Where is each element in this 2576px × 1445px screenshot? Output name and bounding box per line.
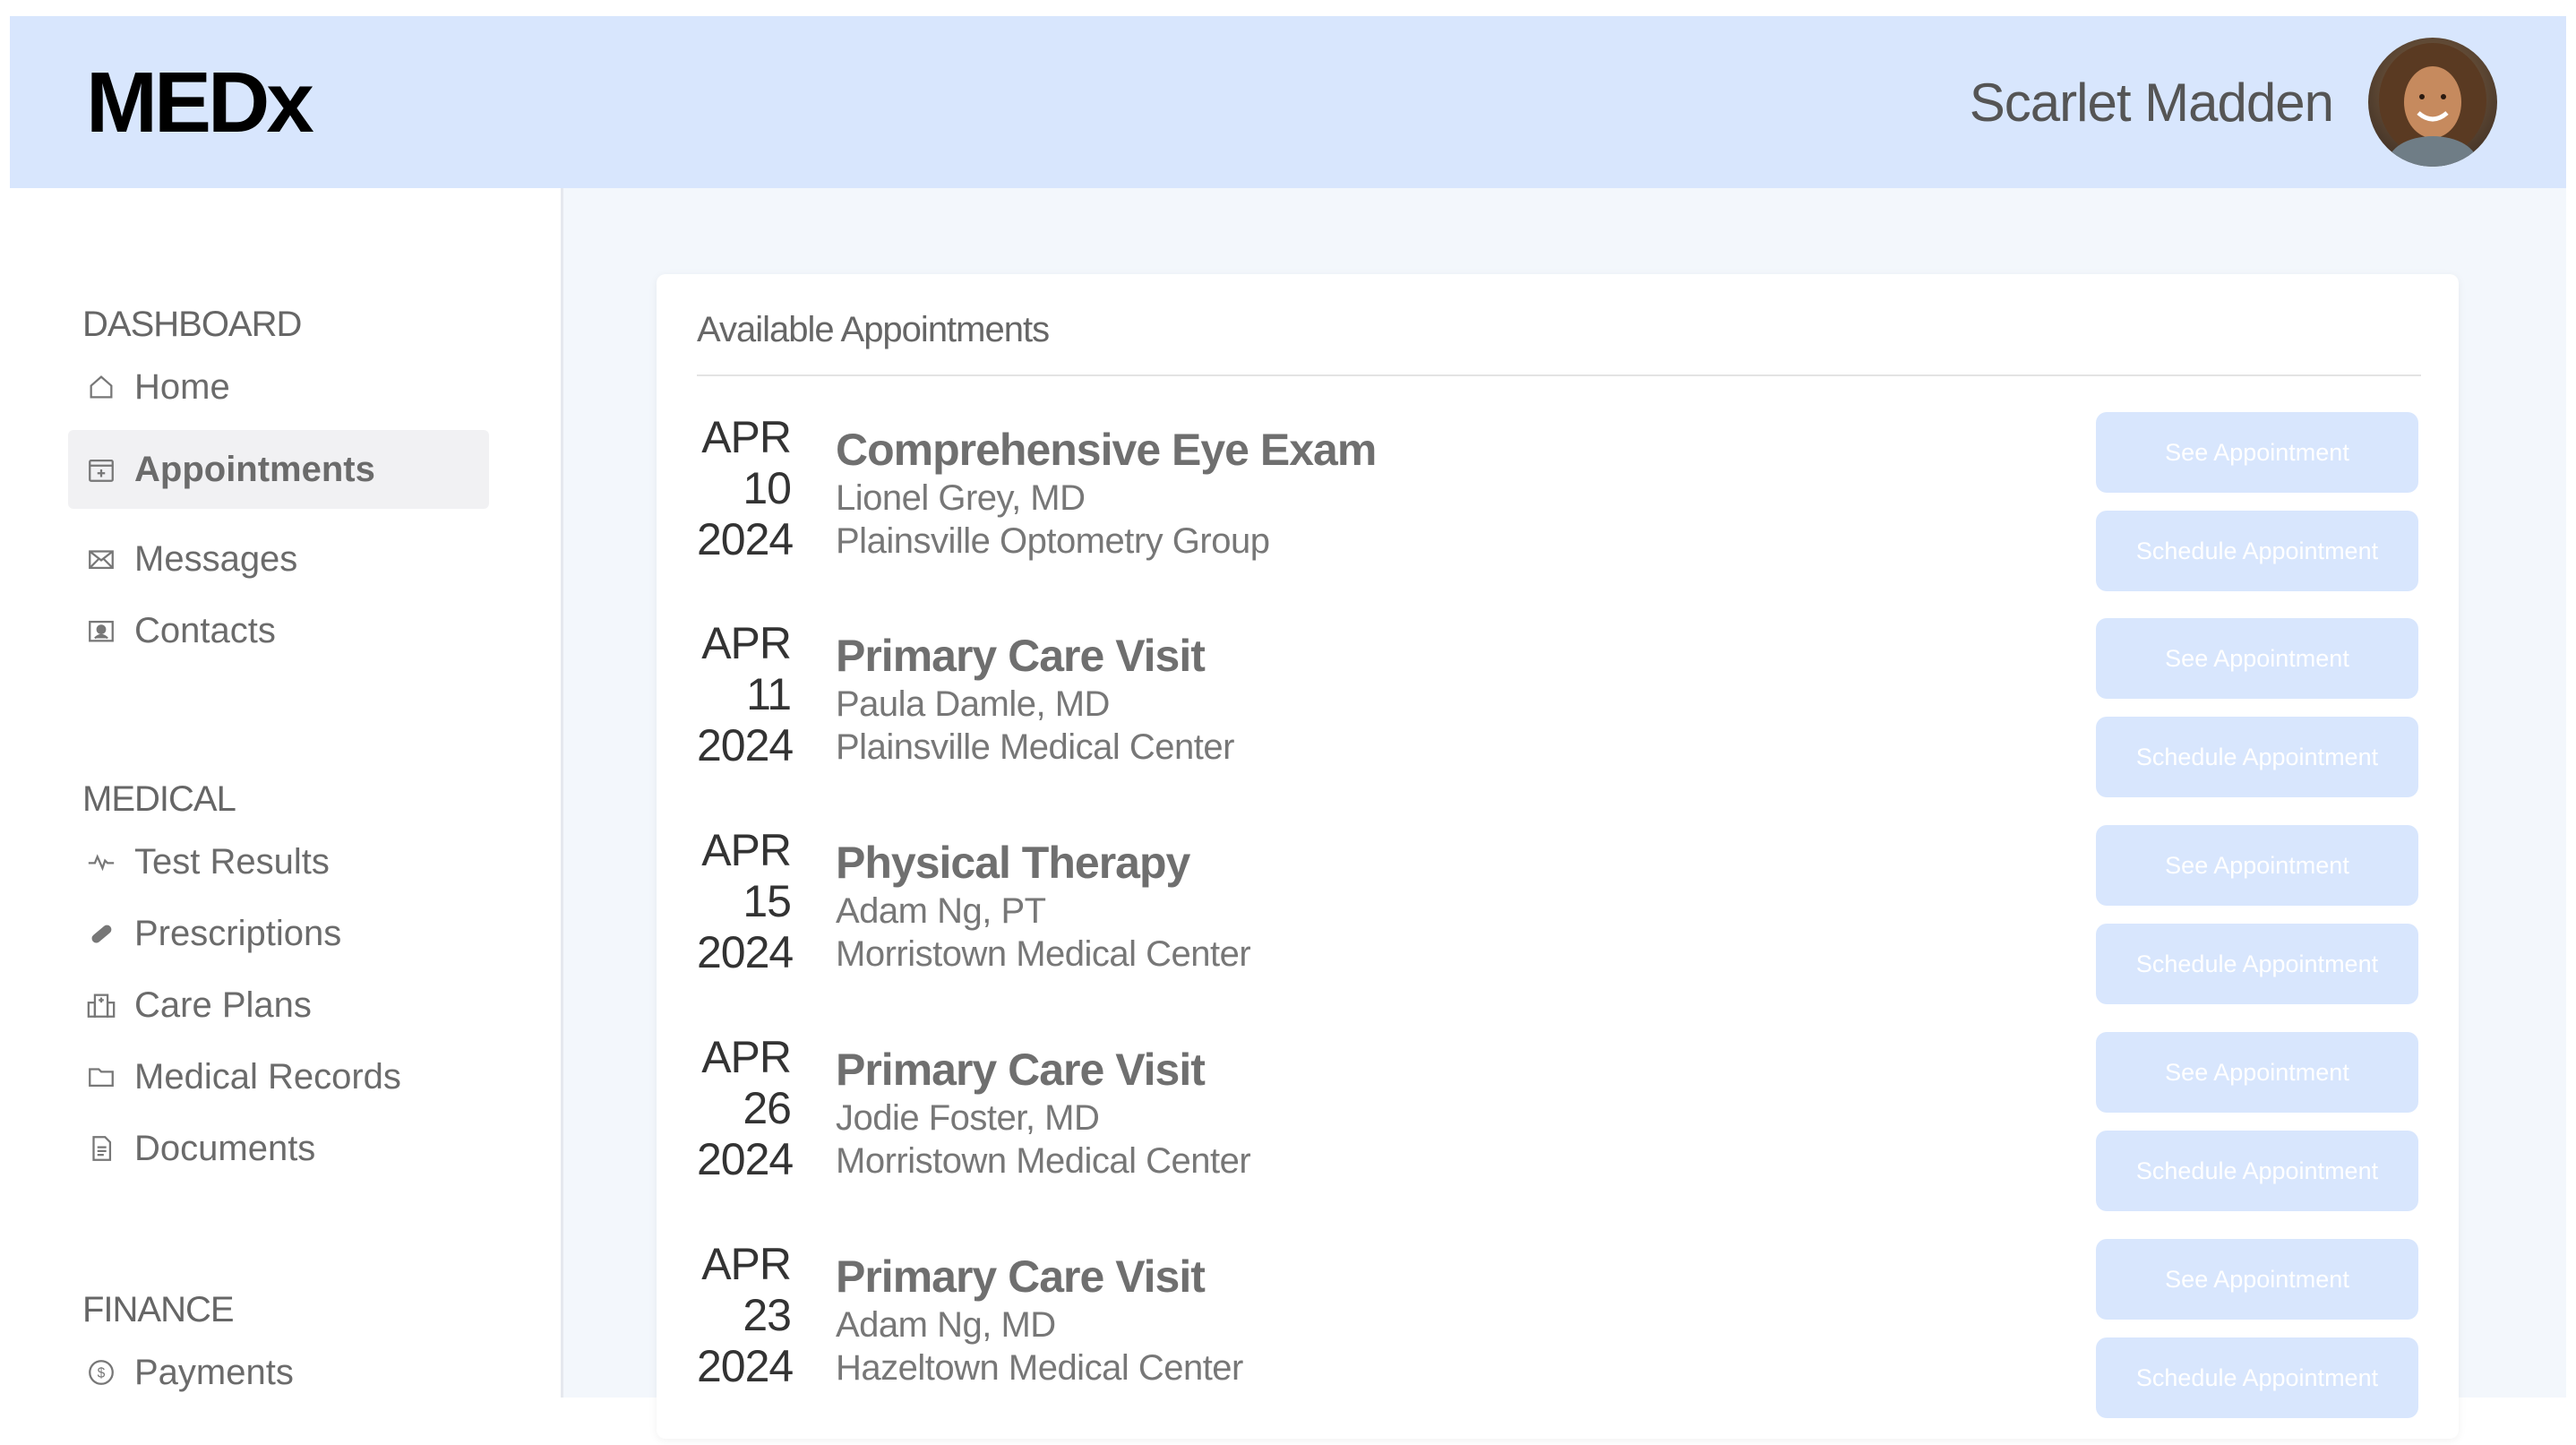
date-year: 2024	[697, 514, 794, 564]
date-year: 2024	[697, 1341, 794, 1391]
card-title: Available Appointments	[697, 310, 1050, 349]
appointment-location: Morristown Medical Center	[836, 1141, 1251, 1181]
list-item: APR 26 2024 Primary Care Visit Jodie Fos…	[697, 1032, 2426, 1238]
sidebar-item-payments[interactable]: $ Payments	[68, 1333, 489, 1412]
date-day: 26	[743, 1083, 792, 1133]
list-item: APR 10 2024 Comprehensive Eye Exam Lione…	[697, 412, 2426, 618]
appointment-title: Comprehensive Eye Exam	[836, 425, 1377, 475]
appointment-info: Primary Care Visit Paula Damle, MD Plain…	[836, 629, 1234, 769]
user-name[interactable]: Scarlet Madden	[1970, 72, 2334, 133]
sidebar-item-label: Messages	[134, 538, 298, 579]
sidebar-item-appointments[interactable]: Appointments	[68, 430, 489, 509]
date-day: 11	[746, 669, 792, 719]
sidebar-item-label: Care Plans	[134, 985, 312, 1025]
app-logo[interactable]: MEDx	[86, 54, 314, 152]
section-title-dashboard: DASHBOARD	[82, 305, 302, 344]
see-appointment-button[interactable]: See Appointment	[2096, 618, 2418, 699]
top-header: MEDx Scarlet Madden	[10, 16, 2566, 188]
calendar-icon	[86, 454, 116, 485]
appointment-title: Primary Care Visit	[836, 1251, 1206, 1302]
appointment-date: APR 26 2024	[697, 1032, 794, 1185]
sidebar: DASHBOARD Home Appointments Messages Con…	[10, 188, 563, 1398]
home-icon	[86, 372, 116, 402]
appointments-card: Available Appointments APR 10 2024 Compr…	[657, 274, 2459, 1439]
appointment-provider: Adam Ng, MD	[836, 1305, 1056, 1345]
appointment-location: Hazeltown Medical Center	[836, 1348, 1243, 1388]
list-item: APR 11 2024 Primary Care Visit Paula Dam…	[697, 618, 2426, 824]
appointment-date: APR 23 2024	[697, 1239, 794, 1392]
sidebar-item-label: Contacts	[134, 610, 276, 650]
date-year: 2024	[697, 1134, 794, 1184]
date-day: 10	[743, 463, 792, 513]
appointment-title: Primary Care Visit	[836, 1045, 1206, 1095]
sidebar-item-label: Test Results	[134, 841, 330, 882]
divider	[697, 374, 2421, 376]
sidebar-item-label: Documents	[134, 1128, 316, 1168]
appointment-info: Primary Care Visit Adam Ng, MD Hazeltown…	[836, 1250, 1243, 1389]
section-title-medical: MEDICAL	[82, 779, 236, 819]
date-month: APR	[701, 618, 792, 668]
see-appointment-button[interactable]: See Appointment	[2096, 1032, 2418, 1113]
avatar[interactable]	[2368, 38, 2497, 167]
sidebar-item-home[interactable]: Home	[68, 348, 489, 426]
main-content: Available Appointments APR 10 2024 Compr…	[565, 188, 2566, 1439]
dollar-coin-icon: $	[86, 1357, 116, 1388]
date-month: APR	[701, 825, 792, 875]
contact-card-icon	[86, 615, 116, 646]
appointment-title: Primary Care Visit	[836, 631, 1206, 681]
sidebar-item-label: Payments	[134, 1352, 294, 1392]
date-month: APR	[701, 412, 792, 462]
date-day: 23	[743, 1290, 792, 1340]
document-icon	[86, 1133, 116, 1164]
svg-text:$: $	[98, 1366, 106, 1381]
sidebar-item-label: Prescriptions	[134, 913, 342, 953]
date-month: APR	[701, 1032, 792, 1082]
sidebar-item-documents[interactable]: Documents	[68, 1109, 489, 1188]
appointment-date: APR 10 2024	[697, 412, 794, 565]
hospital-icon	[86, 990, 116, 1020]
app-frame: MEDx Scarlet Madden DASHBOARD Home Appoi…	[10, 16, 2566, 1439]
date-year: 2024	[697, 720, 794, 770]
sidebar-item-label: Medical Records	[134, 1056, 401, 1097]
appointment-date: APR 11 2024	[697, 618, 794, 771]
appointment-info: Primary Care Visit Jodie Foster, MD Morr…	[836, 1043, 1251, 1183]
see-appointment-button[interactable]: See Appointment	[2096, 412, 2418, 493]
appointment-info: Physical Therapy Adam Ng, PT Morristown …	[836, 836, 1251, 976]
see-appointment-button[interactable]: See Appointment	[2096, 825, 2418, 906]
date-month: APR	[701, 1239, 792, 1289]
date-day: 15	[743, 876, 792, 926]
sidebar-item-label: Appointments	[134, 449, 375, 489]
envelope-icon	[86, 544, 116, 574]
date-year: 2024	[697, 927, 794, 977]
sidebar-item-contacts[interactable]: Contacts	[68, 591, 489, 670]
list-item: APR 15 2024 Physical Therapy Adam Ng, PT…	[697, 825, 2426, 1031]
schedule-appointment-button[interactable]: Schedule Appointment	[2096, 511, 2418, 591]
sidebar-item-label: Home	[134, 366, 230, 407]
pulse-icon	[86, 847, 116, 877]
sidebar-item-medical-records[interactable]: Medical Records	[68, 1037, 489, 1116]
list-item: APR 23 2024 Primary Care Visit Adam Ng, …	[697, 1239, 2426, 1445]
schedule-appointment-button[interactable]: Schedule Appointment	[2096, 1337, 2418, 1418]
schedule-appointment-button[interactable]: Schedule Appointment	[2096, 924, 2418, 1004]
appointment-info: Comprehensive Eye Exam Lionel Grey, MD P…	[836, 423, 1377, 563]
pill-icon	[86, 918, 116, 949]
sidebar-item-care-plans[interactable]: Care Plans	[68, 966, 489, 1045]
see-appointment-button[interactable]: See Appointment	[2096, 1239, 2418, 1320]
appointment-provider: Lionel Grey, MD	[836, 478, 1086, 518]
sidebar-item-messages[interactable]: Messages	[68, 520, 489, 598]
schedule-appointment-button[interactable]: Schedule Appointment	[2096, 1131, 2418, 1211]
appointment-location: Plainsville Medical Center	[836, 727, 1234, 767]
sidebar-item-test-results[interactable]: Test Results	[68, 822, 489, 901]
appointment-provider: Adam Ng, PT	[836, 891, 1046, 931]
schedule-appointment-button[interactable]: Schedule Appointment	[2096, 717, 2418, 797]
appointment-date: APR 15 2024	[697, 825, 794, 978]
appointment-location: Morristown Medical Center	[836, 934, 1251, 974]
appointment-provider: Paula Damle, MD	[836, 684, 1110, 724]
folder-icon	[86, 1062, 116, 1092]
appointment-provider: Jodie Foster, MD	[836, 1098, 1100, 1138]
appointment-title: Physical Therapy	[836, 838, 1190, 888]
section-title-finance: FINANCE	[82, 1290, 235, 1329]
appointment-location: Plainsville Optometry Group	[836, 521, 1270, 561]
sidebar-item-prescriptions[interactable]: Prescriptions	[68, 894, 489, 973]
